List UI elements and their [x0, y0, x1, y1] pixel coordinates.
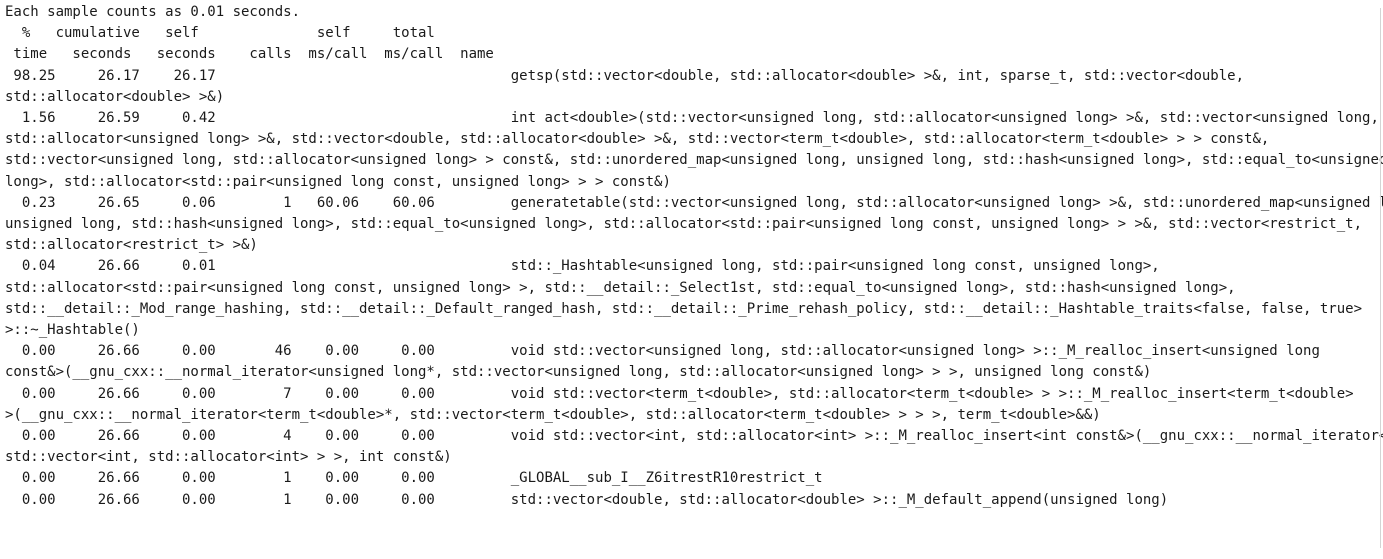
profile-row: 98.25 26.17 26.17 getsp(std::vector<doub…	[5, 67, 1245, 105]
clipped-next-line	[5, 551, 505, 554]
profile-row: 1.56 26.59 0.42 int act<double>(std::vec…	[5, 110, 1383, 190]
profile-row: 0.00 26.66 0.00 1 0.00 0.00 std::vector<…	[5, 491, 1169, 508]
profile-row: 0.00 26.66 0.00 4 0.00 0.00 void std::ve…	[5, 428, 1383, 466]
profile-row: 0.00 26.66 0.00 7 0.00 0.00 void std::ve…	[5, 385, 1354, 423]
profile-rows: 98.25 26.17 26.17 getsp(std::vector<doub…	[5, 68, 1383, 508]
profile-row: 0.00 26.66 0.00 46 0.00 0.00 void std::v…	[5, 343, 1320, 381]
pane-right-border	[1380, 8, 1381, 548]
gprof-flat-profile-output: Each sample counts as 0.01 seconds. % cu…	[5, 2, 1383, 511]
sample-rate-line: Each sample counts as 0.01 seconds.	[5, 4, 301, 20]
column-header-line-2: time seconds seconds calls ms/call ms/ca…	[5, 46, 528, 63]
profile-row: 0.04 26.66 0.01 std::_Hashtable<unsigned…	[5, 258, 1363, 339]
profile-row: 0.00 26.66 0.00 1 0.00 0.00 _GLOBAL__sub…	[21, 470, 823, 487]
profile-row: 0.23 26.65 0.06 1 60.06 60.06 generateta…	[5, 194, 1383, 254]
column-header-line-1: % cumulative self self total	[5, 25, 528, 42]
